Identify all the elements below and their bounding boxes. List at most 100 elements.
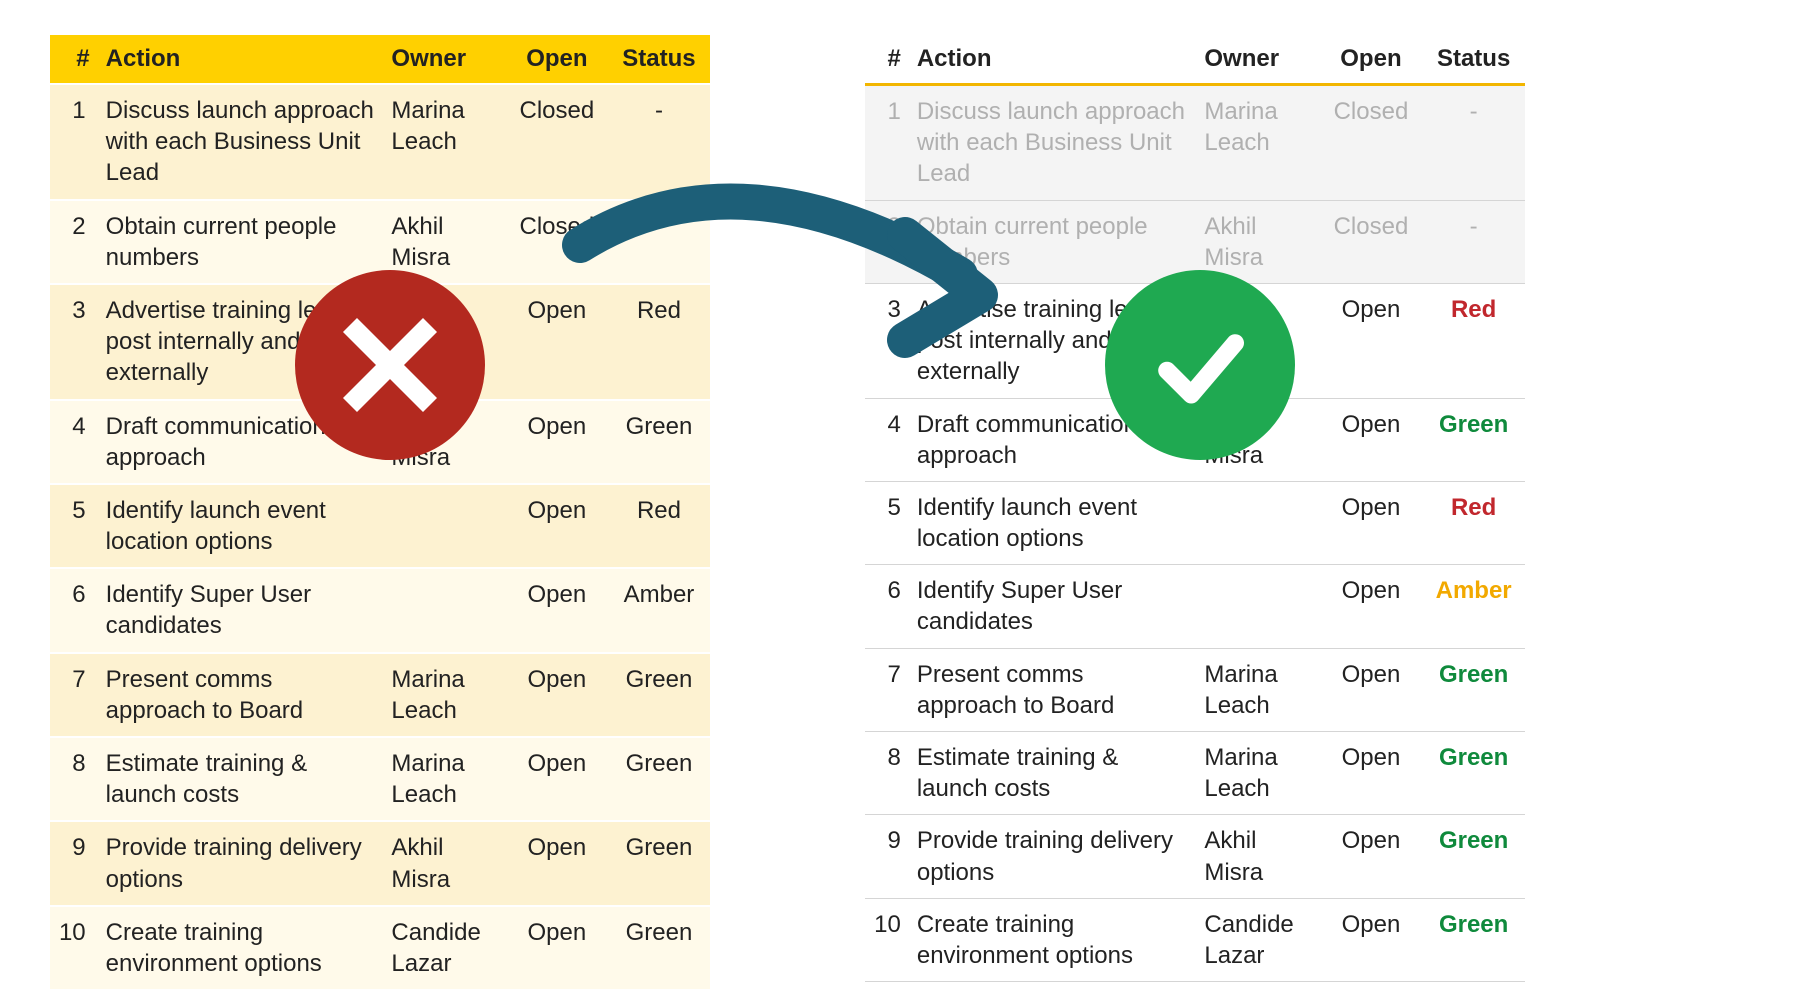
cell-owner: Marina Leach bbox=[383, 737, 505, 821]
cell-status: Amber bbox=[1422, 565, 1525, 648]
cell-open: Closed bbox=[1320, 85, 1423, 201]
check-icon bbox=[1145, 310, 1255, 420]
cell-status: Green bbox=[608, 653, 710, 737]
cell-status: Green bbox=[1422, 815, 1525, 898]
cell-action: Obtain current people numbers bbox=[98, 200, 384, 284]
cell-action: Discuss launch approach with each Busine… bbox=[98, 84, 384, 200]
table-row: 5Identify launch event location options O… bbox=[50, 484, 710, 568]
table-row: 10Create training environment optionsCan… bbox=[865, 898, 1525, 981]
table-row: 7Present comms approach to BoardMarina L… bbox=[50, 653, 710, 737]
cell-open: Open bbox=[1320, 815, 1423, 898]
cell-status: Red bbox=[1422, 283, 1525, 398]
cell-action: Discuss launch approach with each Busine… bbox=[909, 85, 1197, 201]
cell-status: - bbox=[1422, 200, 1525, 283]
table-header-row: # Action Owner Open Status bbox=[865, 35, 1525, 85]
table-row: 5Identify launch event location options O… bbox=[865, 481, 1525, 564]
correct-badge bbox=[1105, 270, 1295, 460]
cell-owner: Candide Lazar bbox=[1196, 898, 1319, 981]
cell-num: 2 bbox=[865, 200, 909, 283]
cell-open: Open bbox=[1320, 398, 1423, 481]
cell-status: Green bbox=[608, 737, 710, 821]
cell-open: Open bbox=[1320, 565, 1423, 648]
cell-open: Closed bbox=[1320, 200, 1423, 283]
cell-action: Create training environment options bbox=[909, 898, 1197, 981]
cell-open: Open bbox=[1320, 648, 1423, 731]
header-open: Open bbox=[1320, 35, 1423, 85]
cell-action: Identify launch event location options bbox=[98, 484, 384, 568]
cell-num: 8 bbox=[865, 732, 909, 815]
cell-open: Open bbox=[1320, 481, 1423, 564]
cell-num: 1 bbox=[865, 85, 909, 201]
table-row: 7Present comms approach to BoardMarina L… bbox=[865, 648, 1525, 731]
header-num: # bbox=[50, 35, 98, 84]
table-row: 6Identify Super User candidates OpenAmber bbox=[50, 568, 710, 652]
cell-action: Provide training delivery options bbox=[909, 815, 1197, 898]
cell-num: 6 bbox=[50, 568, 98, 652]
cell-open: Open bbox=[1320, 732, 1423, 815]
cell-status: Green bbox=[1422, 898, 1525, 981]
cell-owner: Akhil Misra bbox=[383, 821, 505, 905]
cell-open: Open bbox=[506, 484, 608, 568]
table-row: 8Estimate training & launch costsMarina … bbox=[865, 732, 1525, 815]
cell-open: Open bbox=[506, 653, 608, 737]
cell-num: 5 bbox=[50, 484, 98, 568]
cell-num: 6 bbox=[865, 565, 909, 648]
cell-num: 1 bbox=[50, 84, 98, 200]
cell-status: Green bbox=[608, 906, 710, 989]
cell-action: Identify Super User candidates bbox=[98, 568, 384, 652]
header-status: Status bbox=[1422, 35, 1525, 85]
cell-owner: Candide Lazar bbox=[383, 906, 505, 989]
cell-num: 5 bbox=[865, 481, 909, 564]
cell-owner bbox=[383, 484, 505, 568]
cell-open: Open bbox=[506, 821, 608, 905]
cell-num: 7 bbox=[865, 648, 909, 731]
cell-owner bbox=[1196, 481, 1319, 564]
cell-action: Create training environment options bbox=[98, 906, 384, 989]
cell-action: Estimate training & launch costs bbox=[909, 732, 1197, 815]
table-row: 1Discuss launch approach with each Busin… bbox=[50, 84, 710, 200]
incorrect-badge bbox=[295, 270, 485, 460]
cell-num: 9 bbox=[865, 815, 909, 898]
header-open: Open bbox=[506, 35, 608, 84]
cell-status: - bbox=[608, 200, 710, 284]
cell-num: 9 bbox=[50, 821, 98, 905]
header-action: Action bbox=[98, 35, 384, 84]
table-row: 6Identify Super User candidates OpenAmber bbox=[865, 565, 1525, 648]
cell-num: 10 bbox=[50, 906, 98, 989]
cell-status: Red bbox=[608, 284, 710, 400]
comparison-container: # Action Owner Open Status 1Discuss laun… bbox=[50, 35, 1769, 989]
left-table-body: 1Discuss launch approach with each Busin… bbox=[50, 84, 710, 989]
cell-status: Amber bbox=[608, 568, 710, 652]
cell-status: Red bbox=[1422, 481, 1525, 564]
cell-owner: Marina Leach bbox=[1196, 85, 1319, 201]
cell-status: - bbox=[608, 84, 710, 200]
cell-num: 4 bbox=[50, 400, 98, 484]
cell-open: Open bbox=[506, 400, 608, 484]
x-icon bbox=[335, 310, 445, 420]
cell-num: 2 bbox=[50, 200, 98, 284]
header-num: # bbox=[865, 35, 909, 85]
header-action: Action bbox=[909, 35, 1197, 85]
good-example-table: # Action Owner Open Status 1Discuss laun… bbox=[865, 35, 1525, 982]
cell-open: Open bbox=[1320, 283, 1423, 398]
cell-num: 3 bbox=[50, 284, 98, 400]
table-row: 9Provide training delivery optionsAkhil … bbox=[865, 815, 1525, 898]
cell-num: 3 bbox=[865, 283, 909, 398]
cell-action: Identify launch event location options bbox=[909, 481, 1197, 564]
cell-owner bbox=[383, 568, 505, 652]
table-header-row: # Action Owner Open Status bbox=[50, 35, 710, 84]
cell-action: Provide training delivery options bbox=[98, 821, 384, 905]
cell-num: 7 bbox=[50, 653, 98, 737]
cell-open: Open bbox=[506, 284, 608, 400]
cell-num: 10 bbox=[865, 898, 909, 981]
cell-status: Red bbox=[608, 484, 710, 568]
header-owner: Owner bbox=[1196, 35, 1319, 85]
cell-owner bbox=[1196, 565, 1319, 648]
cell-open: Open bbox=[506, 568, 608, 652]
cell-status: Green bbox=[1422, 398, 1525, 481]
right-table-body: 1Discuss launch approach with each Busin… bbox=[865, 85, 1525, 982]
cell-num: 4 bbox=[865, 398, 909, 481]
header-owner: Owner bbox=[383, 35, 505, 84]
bad-example-table: # Action Owner Open Status 1Discuss laun… bbox=[50, 35, 710, 989]
cell-action: Identify Super User candidates bbox=[909, 565, 1197, 648]
